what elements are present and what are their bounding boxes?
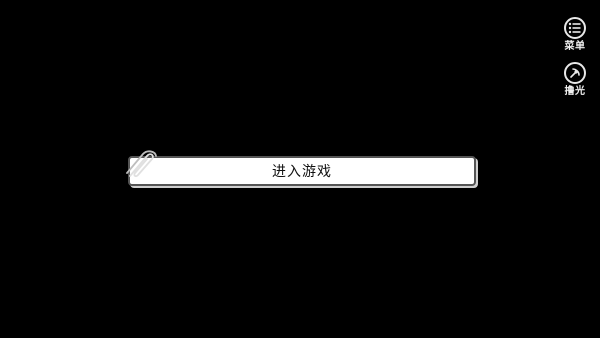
choice-text: 进入游戏: [272, 164, 332, 180]
skip-button[interactable]: 撸光: [558, 62, 592, 98]
enter-game-button[interactable]: 进入游戏: [128, 156, 476, 186]
menu-label: 菜单: [564, 41, 586, 52]
menu-button[interactable]: 菜单: [558, 17, 592, 53]
skip-label: 撸光: [564, 86, 586, 97]
choice-option[interactable]: 进入游戏: [121, 143, 481, 191]
list-icon: [564, 17, 586, 39]
skip-icon: [564, 62, 586, 84]
game-screen: 菜单 撸光 进入游戏: [0, 0, 600, 338]
paperclip-icon: [126, 150, 157, 178]
